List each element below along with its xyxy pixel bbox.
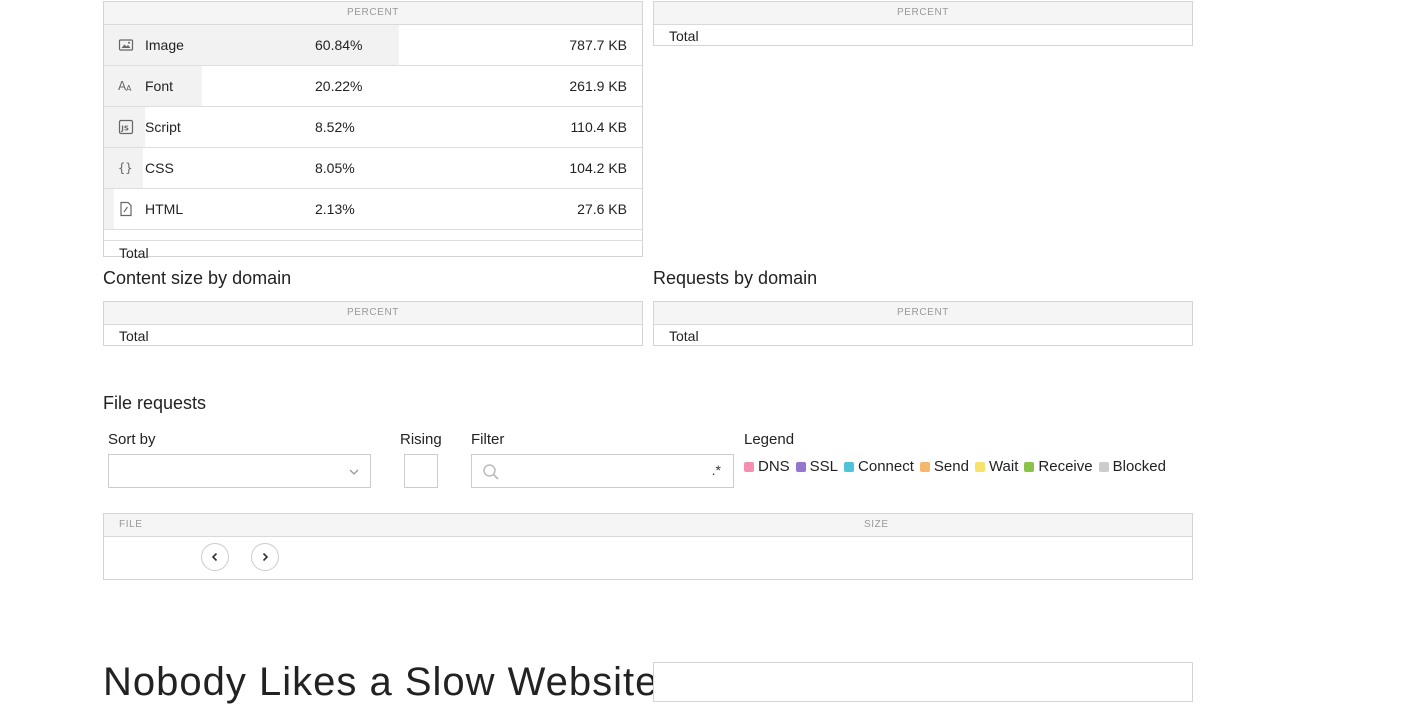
type-percent: 60.84% bbox=[315, 37, 363, 53]
content-size-by-domain-title: Content size by domain bbox=[103, 268, 292, 288]
file-header: FILE bbox=[119, 519, 143, 530]
table-header: PERCENT bbox=[104, 2, 642, 25]
css-icon: {} bbox=[118, 160, 134, 176]
type-rows: Image 60.84% 787.7 KB A A Font 20.22% 261.9 KB J… bbox=[104, 25, 642, 230]
legend-text: Connect bbox=[858, 458, 914, 475]
sort-by-select[interactable] bbox=[108, 454, 371, 488]
share-bar bbox=[104, 189, 114, 229]
table-header: PERCENT bbox=[654, 2, 1192, 25]
type-row[interactable]: Image 60.84% 787.7 KB bbox=[104, 25, 642, 66]
svg-text:{}: {} bbox=[118, 161, 132, 175]
legend-label: Legend bbox=[744, 431, 795, 448]
legend-swatch bbox=[795, 461, 806, 472]
content-by-domain-table: PERCENT Total bbox=[103, 301, 643, 346]
total-row: Total bbox=[654, 325, 1192, 347]
legend-swatch bbox=[844, 461, 855, 472]
legend-text: Receive bbox=[1038, 458, 1093, 475]
legend-text: Blocked bbox=[1112, 458, 1166, 475]
chevron-left-icon bbox=[211, 552, 218, 562]
search-icon bbox=[483, 464, 499, 480]
filter-label: Filter bbox=[471, 431, 505, 448]
size-header: SIZE bbox=[864, 519, 889, 530]
type-name: HTML bbox=[145, 201, 184, 217]
table-header: PERCENT bbox=[654, 302, 1192, 325]
sort-by-label: Sort by bbox=[108, 431, 156, 448]
image-icon bbox=[118, 37, 134, 53]
legend-swatch bbox=[744, 461, 754, 472]
headline: Nobody Likes a Slow Website bbox=[103, 660, 659, 704]
type-row[interactable]: JS Script 8.52% 110.4 KB bbox=[104, 107, 642, 148]
legend-item-dns: DNS bbox=[744, 458, 790, 475]
table-header: FILE SIZE bbox=[104, 514, 1192, 537]
type-percent: 8.52% bbox=[315, 119, 355, 135]
chevron-down-icon bbox=[349, 469, 359, 475]
legend-text: SSL bbox=[809, 458, 839, 475]
type-size: 104.2 KB bbox=[569, 160, 627, 176]
legend-text: Wait bbox=[988, 458, 1019, 475]
rising-checkbox[interactable] bbox=[404, 454, 438, 488]
total-label: Total bbox=[119, 328, 149, 344]
legend-text: DNS bbox=[758, 458, 790, 475]
legend-swatch bbox=[974, 461, 985, 472]
type-row[interactable]: {} CSS 8.05% 104.2 KB bbox=[104, 148, 642, 189]
legend-item-receive: Receive bbox=[1024, 458, 1093, 475]
legend-swatch bbox=[1098, 461, 1109, 472]
percent-header: PERCENT bbox=[347, 307, 399, 318]
file-requests-title: File requests bbox=[103, 393, 207, 413]
font-icon: AA bbox=[118, 78, 134, 94]
type-size: 261.9 KB bbox=[569, 78, 627, 94]
total-label: Total bbox=[669, 328, 699, 344]
legend-item-ssl: SSL bbox=[795, 458, 839, 475]
bottom-right-panel bbox=[653, 662, 1193, 702]
right-top-table: PERCENT Total bbox=[653, 1, 1193, 46]
table-header: PERCENT bbox=[104, 302, 642, 325]
requests-by-domain-table: PERCENT Total bbox=[653, 301, 1193, 346]
type-name: Script bbox=[145, 119, 181, 135]
requests-by-domain-title: Requests by domain bbox=[653, 268, 818, 288]
type-row[interactable]: HTML 2.13% 27.6 KB bbox=[104, 189, 642, 230]
type-percent: 20.22% bbox=[315, 78, 363, 94]
total-row: Total bbox=[104, 325, 642, 347]
regex-toggle[interactable]: .* bbox=[712, 462, 721, 478]
percent-header: PERCENT bbox=[897, 7, 949, 18]
legend-swatch bbox=[919, 461, 930, 472]
total-label: Total bbox=[119, 245, 149, 261]
chevron-right-icon bbox=[262, 552, 269, 562]
filter-input[interactable]: .* bbox=[471, 454, 734, 488]
total-label: Total bbox=[669, 28, 699, 44]
type-name: Image bbox=[145, 37, 184, 53]
legend-item-send: Send bbox=[919, 458, 969, 475]
percent-header: PERCENT bbox=[347, 7, 399, 18]
type-row[interactable]: A A Font 20.22% 261.9 KB bbox=[104, 66, 642, 107]
type-size: 787.7 KB bbox=[569, 37, 627, 53]
total-row: Total bbox=[104, 241, 642, 263]
percent-header: PERCENT bbox=[897, 307, 949, 318]
type-percent: 2.13% bbox=[315, 201, 355, 217]
legend-text: Send bbox=[933, 458, 969, 475]
svg-text:A: A bbox=[126, 84, 132, 93]
prev-page-button[interactable] bbox=[201, 543, 229, 571]
type-size: 110.4 KB bbox=[570, 119, 627, 135]
type-name: CSS bbox=[145, 160, 174, 176]
type-name: Font bbox=[145, 78, 174, 94]
legend-item-connect: Connect bbox=[844, 458, 914, 475]
svg-text:JS: JS bbox=[120, 125, 129, 133]
type-percent: 8.05% bbox=[315, 160, 355, 176]
content-type-table: PERCENT Image 60.84% 787.7 KB A A Font 20.22% 2… bbox=[103, 1, 643, 261]
next-page-button[interactable] bbox=[251, 543, 279, 571]
rising-label: Rising bbox=[400, 431, 442, 448]
legend-item-wait: Wait bbox=[974, 458, 1019, 475]
legend-item-blocked: Blocked bbox=[1098, 458, 1166, 475]
script-icon: JS bbox=[118, 119, 134, 135]
type-size: 27.6 KB bbox=[577, 201, 627, 217]
total-row: Total bbox=[654, 25, 1192, 47]
timing-legend: DNS SSL Connect Send Wait Receive Blocked bbox=[744, 458, 1172, 477]
legend-swatch bbox=[1024, 461, 1035, 472]
file-requests-table: FILE SIZE bbox=[103, 513, 1193, 580]
html-icon bbox=[118, 201, 134, 217]
